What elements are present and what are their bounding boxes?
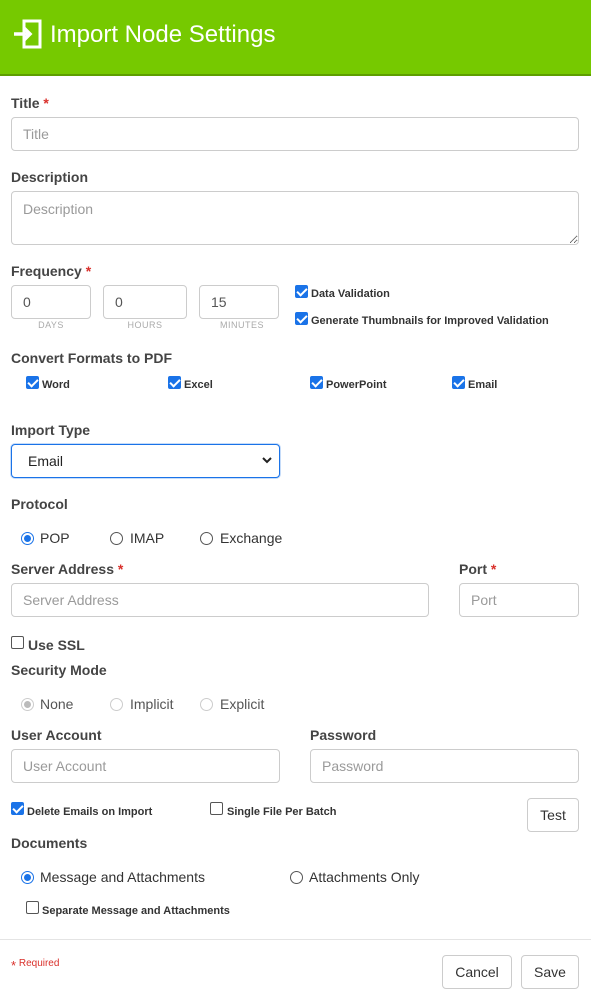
user-account-input[interactable] — [11, 749, 280, 783]
delete-emails-checkbox[interactable] — [11, 802, 24, 815]
required-marker: * — [490, 561, 497, 577]
required-marker: * — [85, 263, 92, 279]
port-label: Port * — [459, 561, 497, 577]
days-caption: DAYS — [38, 320, 64, 330]
protocol-imap-label: IMAP — [130, 530, 165, 546]
single-file-label: Single File Per Batch — [227, 806, 337, 818]
data-validation-label: Data Validation — [311, 288, 390, 300]
import-type-value: Email — [28, 453, 64, 469]
title-label: Title * — [11, 95, 49, 111]
excel-label: Excel — [184, 379, 213, 391]
security-none-radio[interactable] — [21, 698, 34, 711]
use-ssl-label: Use SSL — [28, 637, 85, 653]
protocol-exchange-radio[interactable] — [200, 532, 213, 545]
security-implicit-label: Implicit — [130, 696, 174, 712]
documents-attachments-only-radio[interactable] — [290, 871, 303, 884]
powerpoint-checkbox[interactable] — [310, 376, 323, 389]
title-input[interactable] — [11, 117, 579, 151]
documents-message-attachments-radio[interactable] — [21, 871, 34, 884]
server-address-input[interactable] — [11, 583, 429, 617]
header-bar: Import Node Settings — [0, 0, 591, 76]
security-explicit-radio[interactable] — [200, 698, 213, 711]
port-input[interactable] — [459, 583, 579, 617]
excel-checkbox[interactable] — [168, 376, 181, 389]
minutes-caption: MINUTES — [220, 320, 264, 330]
documents-message-attachments-label: Message and Attachments — [40, 869, 205, 885]
page-title: Import Node Settings — [50, 21, 276, 48]
documents-label: Documents — [11, 835, 88, 851]
required-marker: * — [43, 95, 49, 111]
single-file-checkbox[interactable] — [210, 802, 223, 815]
security-mode-label: Security Mode — [11, 662, 107, 678]
protocol-imap-radio[interactable] — [110, 532, 123, 545]
separate-checkbox[interactable] — [26, 901, 39, 914]
user-account-label: User Account — [11, 727, 102, 743]
protocol-pop-radio[interactable] — [21, 532, 34, 545]
chevron-down-icon — [262, 457, 272, 464]
days-input[interactable] — [11, 285, 91, 319]
import-type-select[interactable]: Email — [11, 444, 280, 478]
test-button[interactable]: Test — [527, 798, 579, 832]
use-ssl-checkbox[interactable] — [11, 636, 24, 649]
import-icon — [14, 19, 42, 49]
description-label: Description — [11, 169, 89, 185]
delete-emails-label: Delete Emails on Import — [27, 806, 153, 818]
separate-label: Separate Message and Attachments — [42, 905, 230, 917]
frequency-label: Frequency * — [11, 263, 92, 279]
description-input[interactable] — [11, 191, 579, 245]
generate-thumbnails-checkbox[interactable] — [295, 312, 308, 325]
server-address-label: Server Address * — [11, 561, 124, 577]
email-label: Email — [468, 379, 498, 391]
hours-caption: HOURS — [127, 320, 163, 330]
required-note: * Required — [11, 958, 60, 973]
convert-formats-label: Convert Formats to PDF — [11, 350, 173, 366]
word-label: Word — [42, 379, 70, 391]
save-button[interactable]: Save — [521, 955, 579, 989]
minutes-input[interactable] — [199, 285, 279, 319]
footer-divider — [0, 939, 591, 940]
security-none-label: None — [40, 696, 74, 712]
word-checkbox[interactable] — [26, 376, 39, 389]
protocol-label: Protocol — [11, 496, 68, 512]
protocol-exchange-label: Exchange — [220, 530, 283, 546]
cancel-button[interactable]: Cancel — [442, 955, 512, 989]
hours-input[interactable] — [103, 285, 187, 319]
password-input[interactable] — [310, 749, 579, 783]
data-validation-checkbox[interactable] — [295, 285, 308, 298]
powerpoint-label: PowerPoint — [326, 379, 387, 391]
generate-thumbnails-label: Generate Thumbnails for Improved Validat… — [311, 315, 549, 327]
import-type-label: Import Type — [11, 422, 91, 438]
documents-attachments-only-label: Attachments Only — [309, 869, 420, 885]
security-explicit-label: Explicit — [220, 696, 265, 712]
password-label: Password — [310, 727, 377, 743]
email-checkbox[interactable] — [452, 376, 465, 389]
security-implicit-radio[interactable] — [110, 698, 123, 711]
required-marker: * — [117, 561, 124, 577]
protocol-pop-label: POP — [40, 530, 70, 546]
